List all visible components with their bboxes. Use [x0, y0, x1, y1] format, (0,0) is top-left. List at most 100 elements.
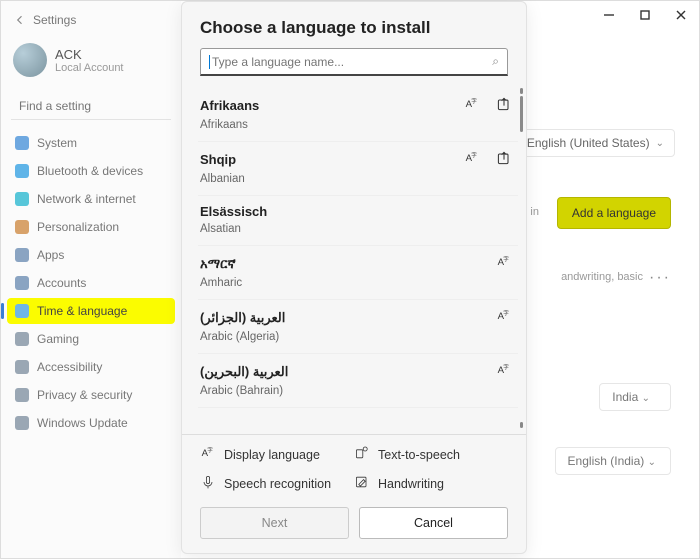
language-subtitle: Arabic (Bahrain) [200, 385, 512, 397]
legend-handwriting: Handwriting [378, 477, 444, 491]
language-row[interactable]: العربية (الجزائر) A字 Arabic (Algeria) [198, 300, 518, 354]
sidebar-item-label: Network & internet [37, 192, 136, 206]
country-value: India [612, 390, 638, 404]
display-language-value: English (United States) [527, 136, 650, 150]
avatar [13, 43, 47, 77]
regional-format-value: English (India) [568, 454, 645, 468]
sidebar-item-privacy-security[interactable]: Privacy & security [7, 382, 175, 408]
display-language-icon: A字 [464, 96, 480, 115]
sidebar-icon [15, 192, 29, 206]
display-language-icon: A字 [496, 308, 512, 327]
sidebar-icon [15, 220, 29, 234]
sidebar-item-gaming[interactable]: Gaming [7, 326, 175, 352]
next-button[interactable]: Next [200, 507, 349, 539]
back-icon[interactable] [13, 13, 27, 27]
legend-tts: Text-to-speech [378, 448, 460, 462]
language-row[interactable]: Afrikaans A字 Afrikaans [198, 88, 518, 142]
svg-text:字: 字 [207, 446, 213, 454]
display-language-select[interactable]: English (United States) ⌄ [516, 129, 675, 157]
svg-text:字: 字 [471, 151, 477, 159]
sidebar-item-apps[interactable]: Apps [7, 242, 175, 268]
svg-text:字: 字 [503, 309, 509, 317]
sidebar-icon [15, 388, 29, 402]
language-subtitle: Albanian [200, 173, 512, 185]
language-row[interactable]: Shqip A字 Albanian [198, 142, 518, 196]
share-icon [496, 150, 512, 169]
desc-fragment: andwriting, basic [561, 271, 643, 283]
sidebar-item-label: Bluetooth & devices [37, 164, 143, 178]
text-to-speech-icon [354, 445, 370, 464]
language-name: العربية (البحرين) [200, 364, 288, 380]
language-row[interactable]: Elsässisch Alsatian [198, 196, 518, 246]
language-list[interactable]: Afrikaans A字 Afrikaans Shqip A字 Albanian Elsäs… [182, 84, 526, 434]
language-subtitle: Arabic (Algeria) [200, 331, 512, 343]
language-subtitle: Amharic [200, 277, 512, 289]
settings-sidebar: Settings ACK Local Account SystemBluetoo… [1, 1, 181, 558]
language-name: Shqip [200, 152, 236, 167]
sidebar-item-label: Privacy & security [37, 388, 132, 402]
display-language-icon: A字 [496, 362, 512, 381]
maximize-button[interactable] [627, 1, 663, 29]
sidebar-search[interactable] [11, 93, 171, 120]
language-subtitle: Afrikaans [200, 119, 512, 131]
user-name: ACK [55, 47, 124, 62]
share-icon [496, 96, 512, 115]
display-language-icon: A字 [496, 254, 512, 273]
sidebar-item-label: System [37, 136, 77, 150]
regional-format-select[interactable]: English (India) ⌄ [555, 447, 671, 475]
user-subtitle: Local Account [55, 62, 124, 74]
user-block[interactable]: ACK Local Account [7, 37, 175, 89]
legend-speech: Speech recognition [224, 477, 331, 491]
sidebar-icon [15, 276, 29, 290]
sidebar-item-bluetooth-devices[interactable]: Bluetooth & devices [7, 158, 175, 184]
chevron-down-icon: ⌄ [642, 393, 650, 404]
language-name: العربية (الجزائر) [200, 310, 285, 326]
sidebar-icon [15, 136, 29, 150]
svg-text:字: 字 [471, 97, 477, 105]
sidebar-item-label: Gaming [37, 332, 79, 346]
svg-text:字: 字 [503, 255, 509, 263]
language-search-input[interactable] [212, 55, 492, 69]
sidebar-icon [15, 304, 29, 318]
sidebar-icon [15, 164, 29, 178]
sidebar-item-network-internet[interactable]: Network & internet [7, 186, 175, 212]
more-options-button[interactable]: ··· [649, 269, 671, 287]
sidebar-item-label: Accounts [37, 276, 86, 290]
sidebar-icon [15, 416, 29, 430]
sidebar-item-accessibility[interactable]: Accessibility [7, 354, 175, 380]
country-select[interactable]: India ⌄ [599, 383, 671, 411]
dialog-title: Choose a language to install [182, 2, 526, 48]
sidebar-item-personalization[interactable]: Personalization [7, 214, 175, 240]
handwriting-icon [354, 474, 370, 493]
sidebar-item-label: Accessibility [37, 360, 102, 374]
feature-legend: A字Display language Text-to-speech Speech… [182, 434, 526, 499]
chevron-down-icon: ⌄ [648, 457, 656, 468]
sidebar-item-accounts[interactable]: Accounts [7, 270, 175, 296]
language-search[interactable]: ⌕ [200, 48, 508, 76]
speech-recognition-icon [200, 474, 216, 493]
language-name: Afrikaans [200, 98, 259, 113]
minimize-button[interactable] [591, 1, 627, 29]
scrollbar[interactable] [520, 88, 523, 428]
cancel-button[interactable]: Cancel [359, 507, 508, 539]
search-icon: ⌕ [492, 54, 499, 69]
sidebar-item-time-language[interactable]: Time & language [7, 298, 175, 324]
choose-language-dialog: Choose a language to install ⌕ Afrikaans… [181, 1, 527, 554]
search-input[interactable] [11, 93, 171, 120]
language-row[interactable]: አማርኛ A字 Amharic [198, 246, 518, 300]
language-row[interactable]: العربية (البحرين) A字 Arabic (Bahrain) [198, 354, 518, 408]
sidebar-item-label: Time & language [37, 304, 127, 318]
sidebar-icon [15, 360, 29, 374]
language-subtitle: Alsatian [200, 223, 512, 235]
language-name: Elsässisch [200, 204, 267, 219]
sidebar-item-label: Windows Update [37, 416, 128, 430]
sidebar-item-label: Personalization [37, 220, 119, 234]
sidebar-item-windows-update[interactable]: Windows Update [7, 410, 175, 436]
display-language-icon: A字 [464, 150, 480, 169]
display-language-icon: A字 [200, 445, 216, 464]
add-language-button[interactable]: Add a language [557, 197, 671, 229]
close-button[interactable] [663, 1, 699, 29]
language-name: አማርኛ [200, 256, 236, 272]
sidebar-item-system[interactable]: System [7, 130, 175, 156]
svg-text:字: 字 [503, 363, 509, 371]
